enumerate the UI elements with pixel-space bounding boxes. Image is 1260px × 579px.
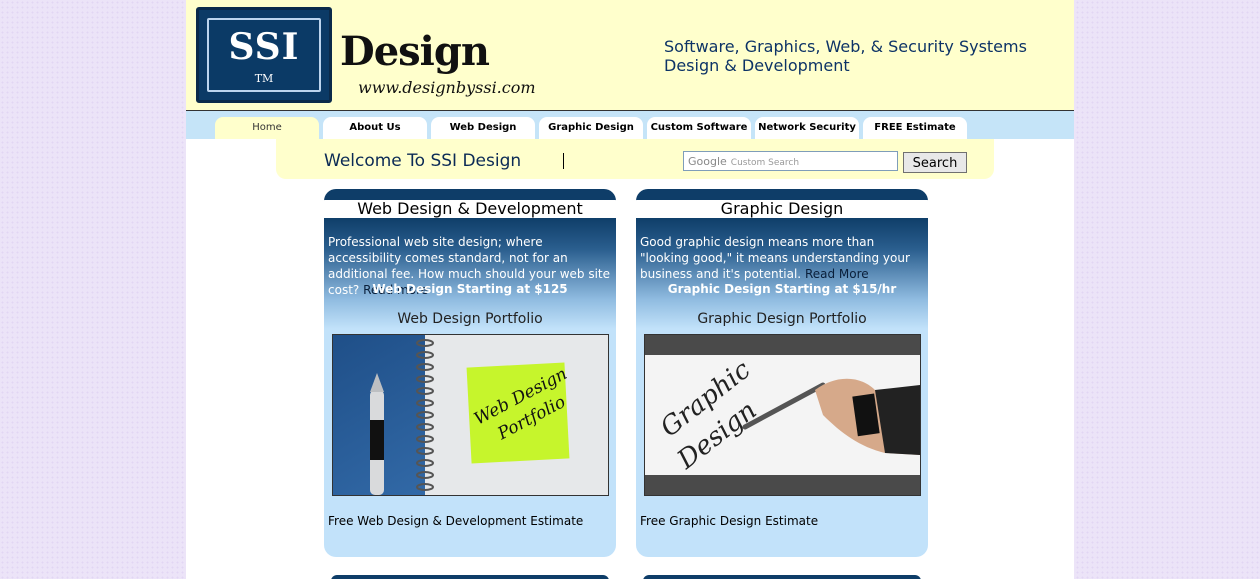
tagline-line-2: Design & Development [664,56,850,75]
tagline-line-1: Software, Graphics, Web, & Security Syst… [664,37,1027,56]
portfolio-heading: Web Design Portfolio [397,311,543,327]
logo-url: www.designbyssi.com [358,78,536,97]
nav-tab-home[interactable]: Home [215,117,319,139]
site-header: SSI TM Design www.designbyssi.com Softwa… [186,0,1074,111]
read-more-link[interactable]: Read More [805,267,869,281]
next-panel-right-top [643,575,921,579]
nav-tab-custom-software[interactable]: Custom Software [647,117,751,139]
free-estimate-link[interactable]: Free Web Design & Development Estimate [328,514,583,528]
hand-writing-illustration: Graphic Design [645,335,920,495]
nav-tab-web-design[interactable]: Web Design [431,117,535,139]
google-logo-icon: Google [688,155,727,168]
panel-title: Graphic Design [636,200,928,218]
panel-description: Good graphic design means more than "loo… [640,234,926,282]
welcome-title: Welcome To SSI Design [324,151,522,171]
search-button[interactable]: Search [903,152,967,173]
panel-description-text: Good graphic design means more than "loo… [640,235,910,281]
panel-price: Graphic Design Starting at $15/hr [667,282,897,296]
portfolio-heading: Graphic Design Portfolio [697,311,867,327]
welcome-divider [563,153,564,169]
page: SSI TM Design www.designbyssi.com Softwa… [186,0,1074,579]
web-design-portfolio-image[interactable]: Web Design Portfolio [332,334,609,496]
nav-tab-network-security[interactable]: Network Security [755,117,859,139]
nav-tab-about-us[interactable]: About Us [323,117,427,139]
nav-tab-graphic-design[interactable]: Graphic Design [539,117,643,139]
welcome-bar: Welcome To SSI Design Google Custom Searc… [276,139,994,179]
next-panel-left-top [331,575,609,579]
search-input[interactable]: Google Custom Search [683,151,898,171]
graphic-design-panel: Graphic Design Good graphic design means… [636,189,928,557]
logo-frame: SSI TM [207,18,321,92]
nav-tab-free-estimate[interactable]: FREE Estimate [863,117,967,139]
panel-title: Web Design & Development [324,200,616,218]
graphic-design-portfolio-image[interactable]: Graphic Design [644,334,921,496]
logo-trademark: TM [254,72,274,85]
web-design-panel: Web Design & Development Professional we… [324,189,616,557]
search-placeholder: Custom Search [730,158,800,168]
panel-price: Web Design Starting at $125 [372,282,568,296]
notebook-pen-illustration: Web Design Portfolio [333,335,608,495]
free-estimate-link[interactable]: Free Graphic Design Estimate [640,514,818,528]
site-tagline: Software, Graphics, Web, & Security Syst… [664,37,1027,75]
main-nav: Home About Us Web Design Graphic Design … [186,111,1074,139]
logo-ssi-text: SSI [228,26,300,68]
ssi-logo[interactable]: SSI TM [196,7,332,103]
logo-design-text: Design [340,28,490,75]
